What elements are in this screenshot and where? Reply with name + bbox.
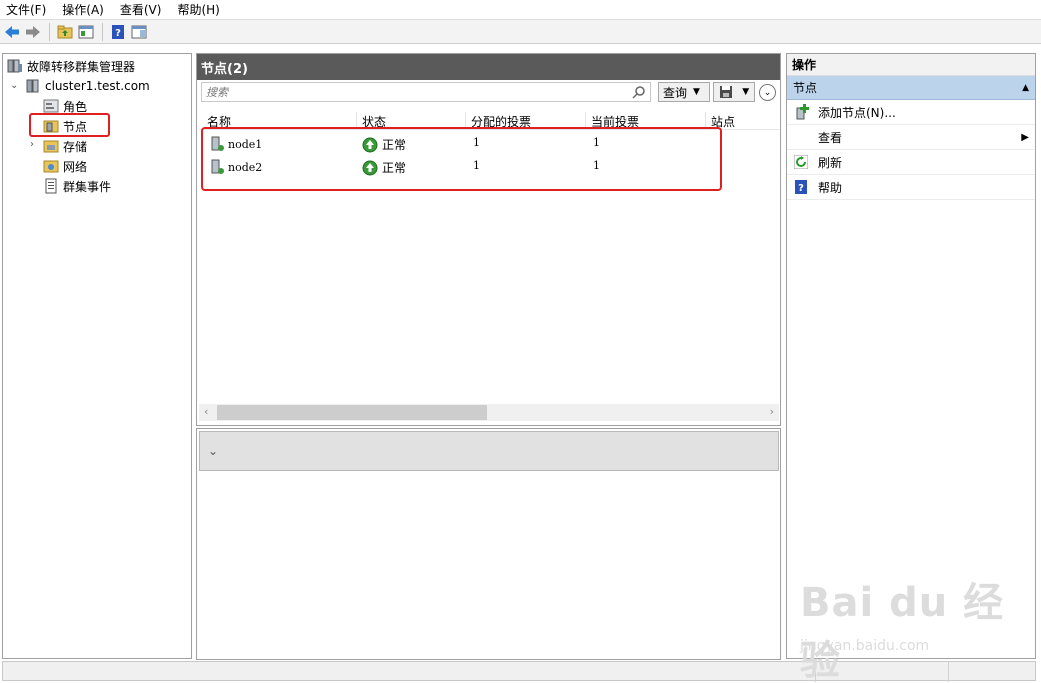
tree-item-networks[interactable]: 网络 <box>43 156 87 176</box>
svg-text:?: ? <box>798 183 804 194</box>
back-icon[interactable] <box>2 22 22 42</box>
action-add-node-label: 添加节点(N)... <box>818 105 896 120</box>
rows-highlight-box <box>201 127 722 191</box>
watermark-logo: Bai du 经验 <box>800 580 1005 683</box>
detail-pane: ⌄ <box>196 428 781 660</box>
submenu-arrow-icon: ▶ <box>1021 131 1029 143</box>
show-hide-action-pane-icon[interactable] <box>129 22 149 42</box>
roles-icon <box>43 98 59 114</box>
forward-icon[interactable] <box>23 22 43 42</box>
action-refresh[interactable]: 刷新 <box>787 150 1035 175</box>
scroll-left-icon[interactable]: ‹ <box>204 405 208 418</box>
search-row: 查询 ▼ ▼ ⌄ <box>201 82 776 104</box>
toolbar: ? <box>0 19 1041 44</box>
folder-up-icon[interactable] <box>55 22 75 42</box>
dropdown-arrow-icon: ▼ <box>693 87 700 97</box>
query-label: 查询 <box>663 85 688 100</box>
events-icon <box>43 178 59 194</box>
toolbar-separator <box>49 22 50 41</box>
tree-item-storage[interactable]: 存储 <box>43 136 87 156</box>
show-hide-console-tree-icon[interactable] <box>76 22 96 42</box>
menu-action[interactable]: 操作(A) <box>62 1 104 18</box>
results-pane: 节点(2) 查询 ▼ ▼ ⌄ 名称 状态 分配的投票 当前投票 站点 <box>196 53 781 426</box>
scroll-right-icon[interactable]: › <box>770 405 774 418</box>
watermark-url: jingyan.baidu.com <box>800 638 930 654</box>
blank-icon <box>793 129 809 145</box>
menu-file[interactable]: 文件(F) <box>6 1 46 18</box>
search-input[interactable] <box>202 83 622 101</box>
actions-title: 操作 <box>787 54 1035 76</box>
tree-roles-label: 角色 <box>63 99 88 114</box>
storage-icon <box>43 138 59 154</box>
action-add-node[interactable]: 添加节点(N)... <box>787 100 1035 125</box>
save-icon <box>719 86 732 98</box>
cluster-icon <box>25 78 41 94</box>
tree-cluster-label: cluster1.test.com <box>45 79 150 93</box>
expand-icon[interactable]: ⌄ <box>759 84 776 101</box>
horizontal-scrollbar[interactable]: ‹ › <box>199 404 779 421</box>
cluster-manager-icon <box>7 58 23 74</box>
query-button[interactable]: 查询 ▼ <box>658 82 710 102</box>
svg-text:?: ? <box>115 28 121 39</box>
actions-section-nodes[interactable]: 节点 ▲ <box>787 76 1035 100</box>
chevron-down-icon[interactable]: ⌄ <box>208 444 218 458</box>
tree-networks-label: 网络 <box>63 159 88 174</box>
chevron-right-icon[interactable]: › <box>30 140 40 150</box>
action-view-label: 查看 <box>818 130 843 145</box>
help-icon[interactable]: ? <box>108 22 128 42</box>
tree-root[interactable]: 故障转移群集管理器 <box>7 56 135 76</box>
tree-events-label: 群集事件 <box>63 179 112 194</box>
menu-bar: 文件(F) 操作(A) 查看(V) 帮助(H) <box>0 0 1041 18</box>
tree-item-cluster[interactable]: cluster1.test.com <box>25 76 150 96</box>
tree-highlight-box <box>29 113 110 137</box>
add-node-icon <box>793 104 809 120</box>
help-icon: ? <box>793 179 809 195</box>
action-help-label: 帮助 <box>818 180 843 195</box>
menu-help[interactable]: 帮助(H) <box>177 1 219 18</box>
toolbar-separator <box>102 22 103 41</box>
console-tree: 故障转移群集管理器 ⌄ cluster1.test.com 角色 节点 › 存储… <box>2 53 192 659</box>
actions-pane: 操作 节点 ▲ 添加节点(N)... 查看 ▶ 刷新 ? 帮助 <box>786 53 1036 659</box>
tree-root-label: 故障转移群集管理器 <box>27 59 136 74</box>
detail-header[interactable]: ⌄ <box>199 431 779 471</box>
action-help[interactable]: ? 帮助 <box>787 175 1035 200</box>
page-title: 节点(2) <box>197 54 780 80</box>
save-query-button[interactable]: ▼ <box>713 82 755 102</box>
action-view[interactable]: 查看 ▶ <box>787 125 1035 150</box>
tree-storage-label: 存储 <box>63 139 88 154</box>
tree-item-cluster-events[interactable]: 群集事件 <box>43 176 111 196</box>
collapse-up-icon[interactable]: ▲ <box>1022 83 1029 93</box>
search-icon[interactable] <box>632 85 646 99</box>
refresh-icon <box>793 154 809 170</box>
dropdown-arrow-icon: ▼ <box>742 87 750 97</box>
search-box <box>201 82 651 102</box>
menu-view[interactable]: 查看(V) <box>120 1 162 18</box>
chevron-down-icon[interactable]: ⌄ <box>10 81 20 91</box>
actions-section-label: 节点 <box>793 81 818 95</box>
networks-icon <box>43 158 59 174</box>
action-refresh-label: 刷新 <box>818 155 843 170</box>
scrollbar-thumb[interactable] <box>217 405 487 420</box>
